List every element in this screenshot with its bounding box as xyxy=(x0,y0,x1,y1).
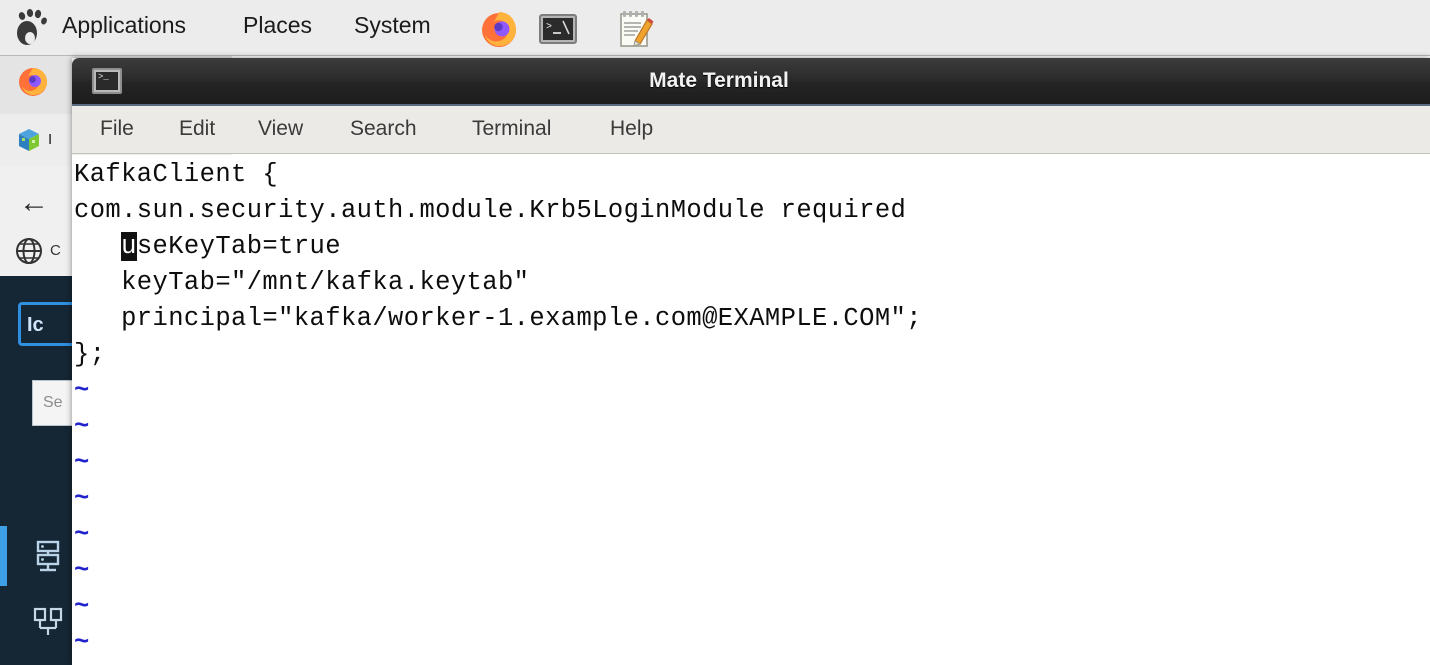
app-logo-text: Ic xyxy=(27,314,44,336)
menu-search[interactable]: Search xyxy=(350,117,417,141)
cube-favicon xyxy=(19,129,39,151)
terminal-screen[interactable]: KafkaClient { com.sun.security.auth.modul… xyxy=(72,155,1430,665)
terminal-line: com.sun.security.auth.module.Krb5LoginMo… xyxy=(74,196,907,225)
terminal-line: KafkaClient { xyxy=(74,160,279,189)
menu-help[interactable]: Help xyxy=(610,117,653,141)
panel-menu-system[interactable]: System xyxy=(354,12,431,39)
mate-terminal-window[interactable]: >_ Mate Terminal File Edit View Search T… xyxy=(72,58,1430,665)
search-placeholder: Se xyxy=(43,394,63,411)
terminal-launcher-icon[interactable]: > xyxy=(537,8,579,50)
url-bar-text[interactable]: C xyxy=(50,242,61,259)
panel-menu-applications[interactable]: Applications xyxy=(62,12,186,39)
svg-text:>: > xyxy=(546,22,552,33)
panel-menu-places[interactable]: Places xyxy=(243,12,312,39)
firefox-launcher-icon[interactable] xyxy=(478,8,520,50)
terminal-tilde-line: ~ xyxy=(74,448,90,477)
cluster-nodes-icon xyxy=(33,607,63,635)
terminal-titlebar[interactable]: >_ Mate Terminal xyxy=(72,58,1430,106)
terminal-line: }; xyxy=(74,340,106,369)
terminal-menubar: File Edit View Search Terminal Help xyxy=(72,106,1430,154)
terminal-line: principal="kafka/worker-1.example.com@EX… xyxy=(74,304,922,333)
app-logo[interactable]: Ic xyxy=(18,302,80,346)
terminal-tilde-line: ~ xyxy=(74,412,90,441)
terminal-tilde-line: ~ xyxy=(74,628,90,657)
terminal-cursor: u xyxy=(121,232,137,261)
desktop-panel: Applications Places System > xyxy=(0,0,1430,56)
menu-terminal[interactable]: Terminal xyxy=(472,117,551,141)
terminal-tilde-line: ~ xyxy=(74,376,90,405)
browser-tab-title: I xyxy=(48,131,53,148)
globe-icon xyxy=(16,238,42,264)
menu-file[interactable]: File xyxy=(100,117,134,141)
terminal-line: useKeyTab=true xyxy=(121,232,341,261)
menu-edit[interactable]: Edit xyxy=(179,117,215,141)
server-rack-icon xyxy=(36,540,60,572)
terminal-tilde-line: ~ xyxy=(74,520,90,549)
back-arrow-icon[interactable]: ← xyxy=(12,186,56,220)
terminal-tilde-line: ~ xyxy=(74,556,90,585)
desktop: I ← C Ic Se Applications Places System >… xyxy=(0,0,1430,665)
text-editor-launcher-icon[interactable] xyxy=(614,8,656,50)
terminal-line: keyTab="/mnt/kafka.keytab" xyxy=(74,268,530,297)
terminal-tilde-line: ~ xyxy=(74,484,90,513)
terminal-tilde-line: ~ xyxy=(74,592,90,621)
terminal-window-title: Mate Terminal xyxy=(649,69,789,92)
firefox-logo-icon xyxy=(19,68,47,96)
gnome-foot-icon[interactable] xyxy=(10,6,52,50)
menu-view[interactable]: View xyxy=(258,117,303,141)
